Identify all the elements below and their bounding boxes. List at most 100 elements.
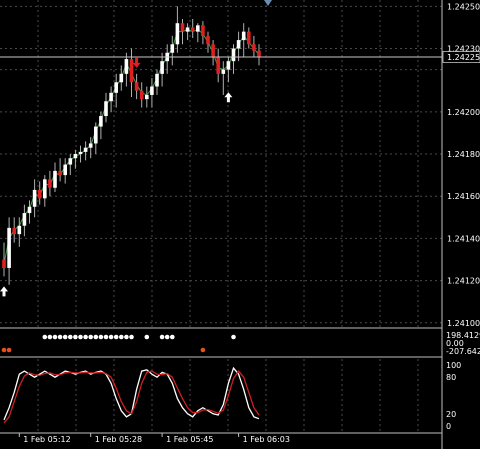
stochastic-tick-label: 0 [446,422,451,431]
candle [73,154,78,159]
signal-dot-white [119,334,124,340]
signal-dot-white [98,334,104,340]
stochastic-panel[interactable] [3,366,260,424]
stochastic-line [3,370,260,424]
signal-dot-red [1,347,7,353]
time-label: 1 Feb 05:12 [23,435,70,444]
candle [241,31,246,41]
signal-dot-red [6,347,12,353]
candle [114,82,118,93]
candle [22,213,27,226]
scroll-marker-icon[interactable] [264,0,272,6]
time-label: 1 Feb 05:28 [95,435,142,444]
signal-dot-white [93,334,99,340]
signal-dot-white [103,334,109,340]
candle [221,69,226,74]
candle [53,170,57,188]
candle [155,73,159,87]
candle [109,92,113,102]
signal-dot-white [42,334,48,340]
signal-dot-white [231,334,236,340]
candle [160,61,164,74]
time-axis: 1 Feb 05:12 1 Feb 05:28 1 Feb 05:45 1 Feb 0… [18,433,290,444]
time-label: 1 Feb 06:03 [243,435,290,444]
candle [43,179,47,199]
stochastic-tick-label: 20 [446,410,456,419]
candle [78,151,83,155]
candle [206,35,210,45]
signal-dot-white [170,334,175,340]
candle [211,44,215,57]
candle [247,31,251,45]
current-price-label: 1.24225 [447,53,480,62]
candle [68,158,73,165]
price-axis: 1.242501.242301.242001.241801.241601.241… [442,2,480,431]
signal-dot-white [144,334,150,340]
price-tick-label: 1.24250 [447,2,480,11]
candle [124,59,129,74]
candle [236,40,241,49]
signal-dot-white [47,334,53,340]
candle [17,225,22,235]
signal-dot-red [200,347,206,353]
candle [226,61,231,70]
signal-dot-white [73,334,78,340]
signal-dot-white [78,334,83,340]
candle [129,59,134,83]
candle [150,86,154,95]
chart-grid [0,0,443,449]
candle [231,48,236,62]
price-tick-label: 1.24100 [447,319,480,328]
candle [119,73,124,83]
candle [99,116,103,127]
price-panel[interactable] [0,6,442,297]
candle [2,259,6,268]
sell-arrow-icon [132,57,141,68]
candle [94,126,98,144]
candle [7,227,11,268]
price-tick-label: 1.24200 [447,108,480,117]
price-tick-label: 1.24140 [447,234,480,243]
signal-dot-white [68,334,73,340]
signal-dot-white [52,334,58,340]
price-tick-label: 1.24180 [447,150,480,159]
candle [48,179,52,188]
signal-dots-panel[interactable] [1,334,236,353]
buy-arrow-icon [224,92,233,103]
candle [180,23,185,32]
candle [83,147,88,152]
candle [88,143,93,148]
signal-dot-white [62,334,68,340]
buy-arrow-icon [0,286,8,297]
signal-tick-label: -207.642 [446,347,480,356]
trading-chart[interactable]: 1.242501.242301.242001.241801.241601.241… [0,0,480,449]
signal-dot-white [108,334,114,340]
candle [63,164,67,176]
candle [145,94,149,100]
candle [201,25,205,36]
candle [27,206,32,214]
candle [216,56,220,74]
signal-dot-white [159,334,165,340]
price-tick-label: 1.24160 [447,192,480,201]
candle [175,23,180,45]
stochastic-tick-label: 100 [446,361,461,370]
signal-dot-white [124,334,129,340]
candle [37,189,42,199]
candle [32,189,37,207]
signal-dot-white [83,334,88,340]
candle [252,44,256,51]
candle [257,50,261,57]
signal-dot-white [88,334,93,340]
time-label: 1 Feb 05:45 [166,435,213,444]
signal-dot-white [164,334,170,340]
stochastic-tick-label: 80 [446,373,456,382]
signal-dot-white [129,334,134,340]
signal-dot-white [113,334,119,340]
price-tick-label: 1.24120 [447,277,480,286]
candle [58,170,62,176]
candle [196,25,200,32]
candle [190,27,195,32]
candle [139,90,144,100]
candle [104,101,108,117]
